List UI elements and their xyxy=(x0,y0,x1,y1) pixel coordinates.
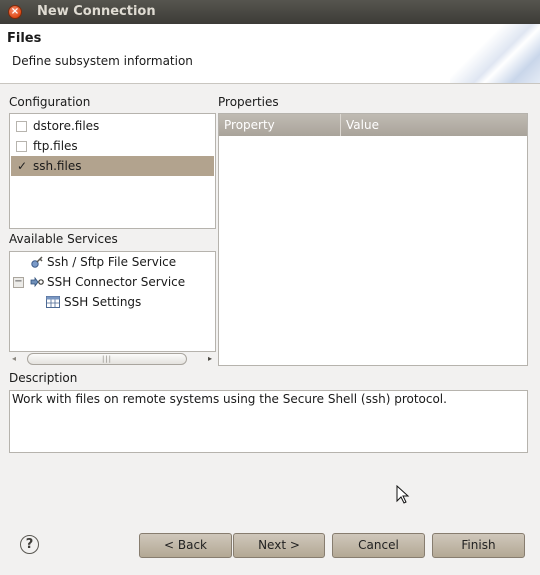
tree-item-label: Ssh / Sftp File Service xyxy=(47,255,177,269)
column-header-property[interactable]: Property xyxy=(219,114,341,136)
properties-table[interactable]: Property Value xyxy=(218,113,528,366)
close-icon[interactable]: × xyxy=(8,5,22,19)
ssh-files-checkbox[interactable]: ✓ xyxy=(16,160,27,172)
scroll-left-icon[interactable]: ◂ xyxy=(12,354,16,363)
config-item-label: ssh.files xyxy=(33,159,82,173)
scrollbar-thumb[interactable]: ||| xyxy=(27,353,187,365)
config-item-ftp-files[interactable]: ftp.files xyxy=(11,136,214,156)
available-services-label: Available Services xyxy=(9,232,118,246)
properties-label: Properties xyxy=(218,95,279,109)
page-description: Define subsystem information xyxy=(12,54,193,68)
back-button[interactable]: < Back xyxy=(139,533,232,558)
scroll-right-icon[interactable]: ▸ xyxy=(208,354,212,363)
ftp-files-checkbox[interactable] xyxy=(16,141,27,152)
file-service-icon xyxy=(31,256,43,268)
configuration-list[interactable]: dstore.files ftp.files ✓ ssh.files xyxy=(9,113,216,229)
config-item-label: ftp.files xyxy=(33,139,78,153)
collapse-icon[interactable]: − xyxy=(13,277,24,288)
finish-button[interactable]: Finish xyxy=(432,533,525,558)
tree-item-ssh-settings[interactable]: SSH Settings xyxy=(46,292,213,312)
new-connection-dialog: × New Connection Files Define subsystem … xyxy=(0,0,540,575)
tree-item-ssh-sftp-file-service[interactable]: Ssh / Sftp File Service xyxy=(28,252,213,272)
properties-table-header: Property Value xyxy=(219,114,527,136)
banner-graphic xyxy=(450,24,540,83)
mouse-cursor-icon xyxy=(396,485,410,504)
tree-item-ssh-connector-service[interactable]: − SSH Connector Service xyxy=(10,272,213,292)
window-title: New Connection xyxy=(37,4,156,19)
configuration-label: Configuration xyxy=(9,95,91,109)
services-tree[interactable]: Ssh / Sftp File Service − SSH Connector … xyxy=(9,251,216,352)
tree-item-label: SSH Connector Service xyxy=(47,275,186,289)
cancel-button[interactable]: Cancel xyxy=(332,533,425,558)
config-item-ssh-files[interactable]: ✓ ssh.files xyxy=(11,156,214,176)
title-bar: × New Connection xyxy=(0,0,540,24)
config-item-dstore-files[interactable]: dstore.files xyxy=(11,116,214,136)
description-label: Description xyxy=(9,371,78,385)
settings-table-icon xyxy=(46,296,60,308)
page-title: Files xyxy=(7,31,42,46)
config-item-label: dstore.files xyxy=(33,119,100,133)
services-horizontal-scrollbar[interactable]: ◂ ||| ▸ xyxy=(9,352,215,366)
dstore-files-checkbox[interactable] xyxy=(16,121,27,132)
description-text: Work with files on remote systems using … xyxy=(9,390,528,453)
tree-item-label: SSH Settings xyxy=(64,295,142,309)
help-icon[interactable]: ? xyxy=(20,535,39,554)
column-header-value[interactable]: Value xyxy=(341,114,527,136)
wizard-header: Files Define subsystem information xyxy=(0,24,540,84)
connector-service-icon xyxy=(30,276,44,288)
next-button[interactable]: Next > xyxy=(233,533,325,558)
